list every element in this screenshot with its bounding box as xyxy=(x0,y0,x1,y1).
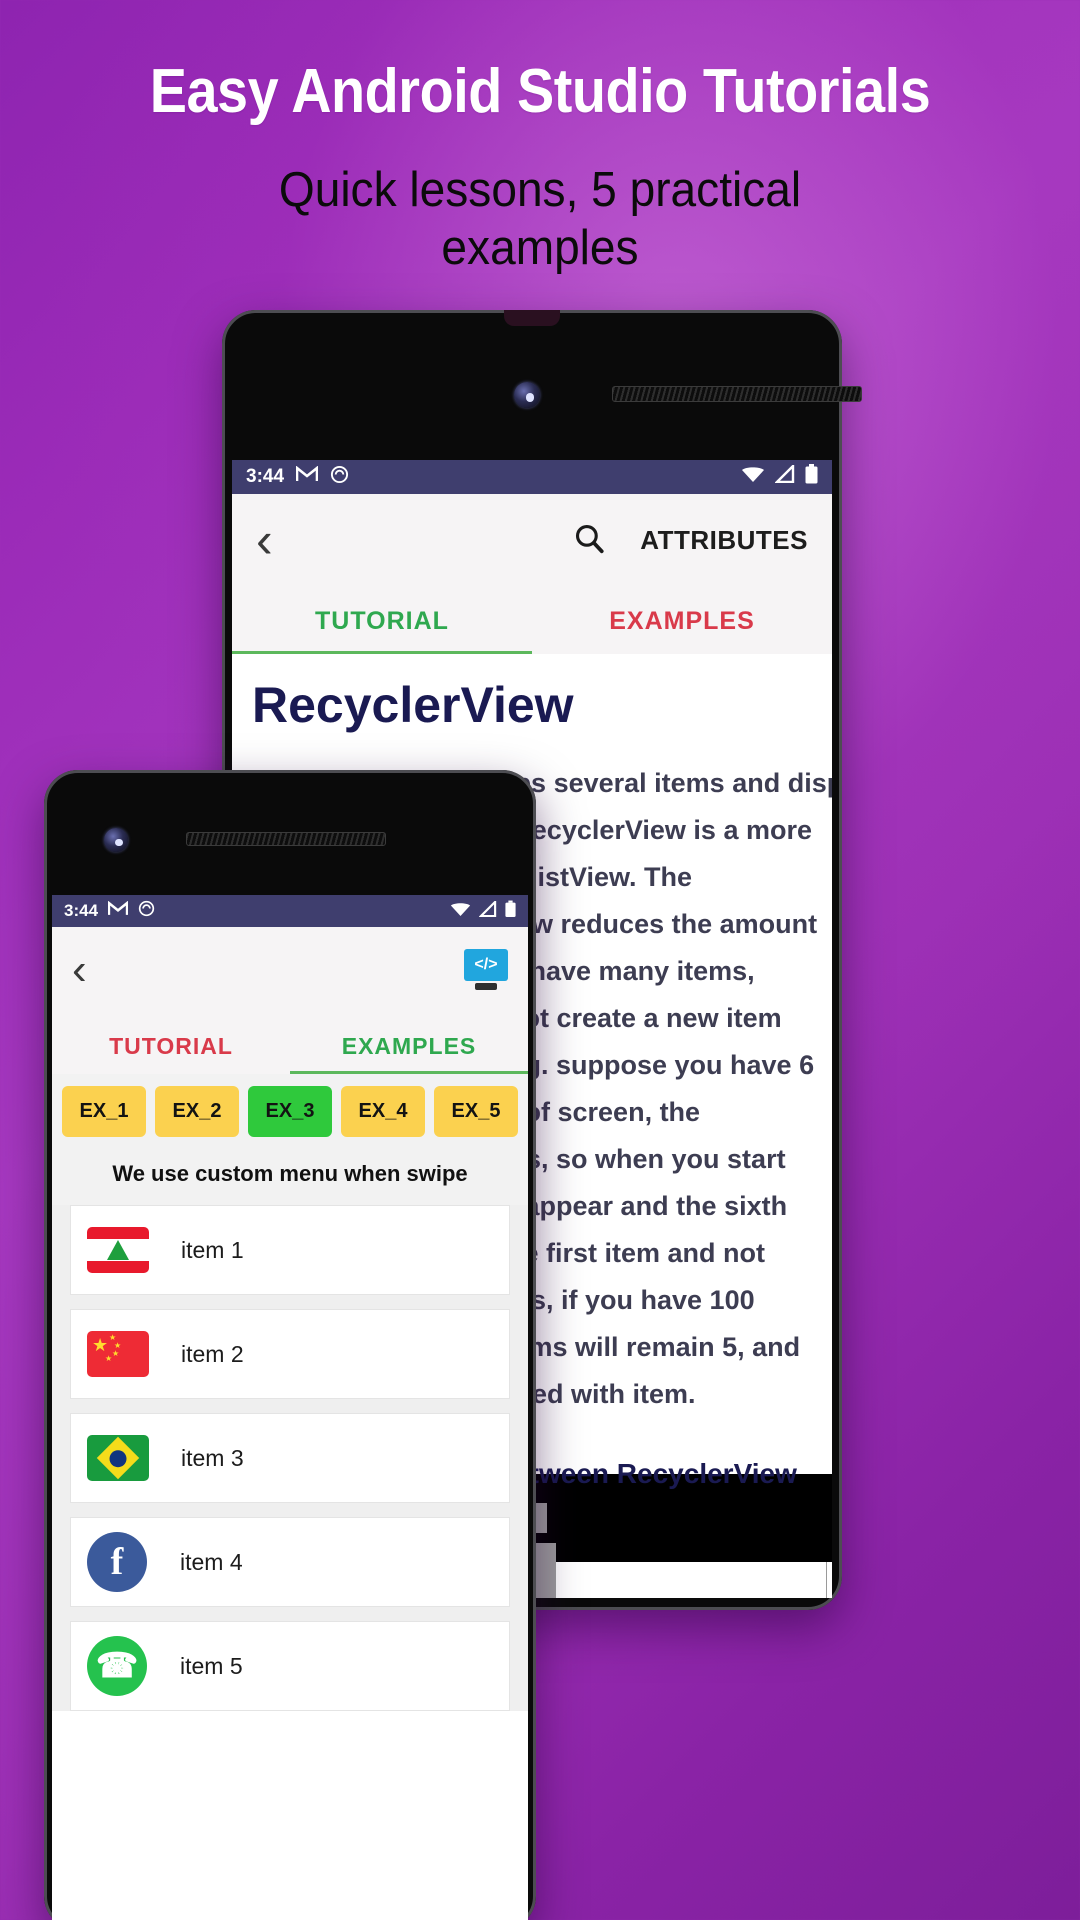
status-time: 3:44 xyxy=(246,466,285,487)
list-item[interactable]: item 3 xyxy=(70,1413,510,1503)
front-tab-bar: TUTORIAL EXAMPLES xyxy=(52,1012,528,1074)
back-status-bar: 3:44 xyxy=(232,460,832,494)
list-item[interactable]: f item 4 xyxy=(70,1517,510,1607)
wifi-icon xyxy=(741,465,765,489)
whatsapp-icon: ☎ xyxy=(87,1636,147,1696)
front-camera-icon xyxy=(104,828,128,852)
page-subtitle: Quick lessons, 5 practical examples xyxy=(278,163,802,275)
sync-icon xyxy=(330,465,349,490)
flag-star: ★ xyxy=(105,1354,113,1363)
front-camera-icon xyxy=(514,382,540,408)
gmail-icon xyxy=(107,900,129,921)
list-item[interactable]: item 1 xyxy=(70,1205,510,1295)
back-tab-bar: TUTORIAL EXAMPLES xyxy=(232,586,832,654)
code-monitor-icon[interactable]: </> xyxy=(464,949,508,990)
flag-stripe xyxy=(87,1261,149,1273)
battery-icon xyxy=(505,900,516,923)
example-tab-ex3[interactable]: EX_3 xyxy=(248,1086,332,1137)
front-status-bar: 3:44 xyxy=(52,895,528,927)
list-item-label: item 3 xyxy=(181,1444,244,1471)
list-item[interactable]: ☎ item 5 xyxy=(70,1621,510,1711)
example-tab-ex5[interactable]: EX_5 xyxy=(434,1086,518,1137)
flag-globe xyxy=(109,1449,127,1467)
earpiece-speaker xyxy=(612,386,862,402)
list-item-label: item 1 xyxy=(181,1236,244,1263)
flag-star: ★ xyxy=(112,1349,120,1358)
front-phone-device: 3:44 ‹ </> TUTORIAL EXAMPLES EX_1 EX_2 E… xyxy=(44,770,536,1920)
sync-icon xyxy=(138,900,155,922)
flag-stripe xyxy=(87,1227,149,1239)
front-phone-screen: 3:44 ‹ </> TUTORIAL EXAMPLES EX_1 EX_2 E… xyxy=(52,895,528,1920)
list-item-label: item 5 xyxy=(180,1652,243,1679)
example-tab-ex1[interactable]: EX_1 xyxy=(62,1086,146,1137)
flag-rhombus xyxy=(96,1436,140,1480)
example-tab-ex4[interactable]: EX_4 xyxy=(341,1086,425,1137)
tab-tutorial[interactable]: TUTORIAL xyxy=(52,1033,290,1074)
list-item-label: item 2 xyxy=(181,1340,244,1367)
gmail-icon xyxy=(295,465,319,488)
example-tab-row: EX_1 EX_2 EX_3 EX_4 EX_5 xyxy=(52,1074,528,1149)
search-icon[interactable] xyxy=(572,521,606,560)
tab-active-indicator xyxy=(232,651,532,654)
code-glyph: </> xyxy=(474,956,498,973)
attributes-button[interactable]: ATTRIBUTES xyxy=(640,525,808,556)
battery-icon xyxy=(805,464,818,490)
flag-lebanon-icon xyxy=(87,1227,149,1273)
list-item-label: item 4 xyxy=(180,1548,243,1575)
swipe-note-label: We use custom menu when swipe xyxy=(52,1149,528,1205)
tab-active-indicator xyxy=(290,1071,528,1074)
facebook-icon: f xyxy=(87,1532,147,1592)
back-chevron-icon[interactable]: ‹ xyxy=(256,515,273,565)
example-tab-ex2[interactable]: EX_2 xyxy=(155,1086,239,1137)
tab-examples[interactable]: EXAMPLES xyxy=(532,607,832,654)
front-app-bar: ‹ </> xyxy=(52,927,528,1012)
content-heading: RecyclerView xyxy=(252,677,574,733)
cedar-tree-icon xyxy=(107,1240,129,1260)
back-phone-earpiece-notch xyxy=(504,310,560,326)
flag-china-icon: ★ ★ ★ ★ ★ xyxy=(87,1331,149,1377)
code-monitor-stand xyxy=(475,983,497,990)
back-app-bar: ‹ ATTRIBUTES xyxy=(232,494,832,586)
tab-examples[interactable]: EXAMPLES xyxy=(290,1033,528,1074)
earpiece-speaker xyxy=(186,832,386,846)
flag-brazil-icon xyxy=(87,1435,149,1481)
status-time: 3:44 xyxy=(64,901,99,920)
promo-headline-block: Easy Android Studio Tutorials Quick less… xyxy=(0,0,1080,277)
wifi-icon xyxy=(450,901,471,922)
flag-star: ★ xyxy=(92,1335,109,1355)
recycler-list: item 1 ★ ★ ★ ★ ★ item 2 item 3 f item 4 … xyxy=(52,1205,528,1711)
signal-icon xyxy=(774,463,795,489)
back-chevron-icon[interactable]: ‹ xyxy=(72,947,87,992)
page-title: Easy Android Studio Tutorials xyxy=(149,57,931,126)
signal-icon xyxy=(478,898,497,922)
list-item[interactable]: ★ ★ ★ ★ ★ item 2 xyxy=(70,1309,510,1399)
code-monitor-screen: </> xyxy=(464,949,508,981)
tab-tutorial[interactable]: TUTORIAL xyxy=(232,607,532,654)
